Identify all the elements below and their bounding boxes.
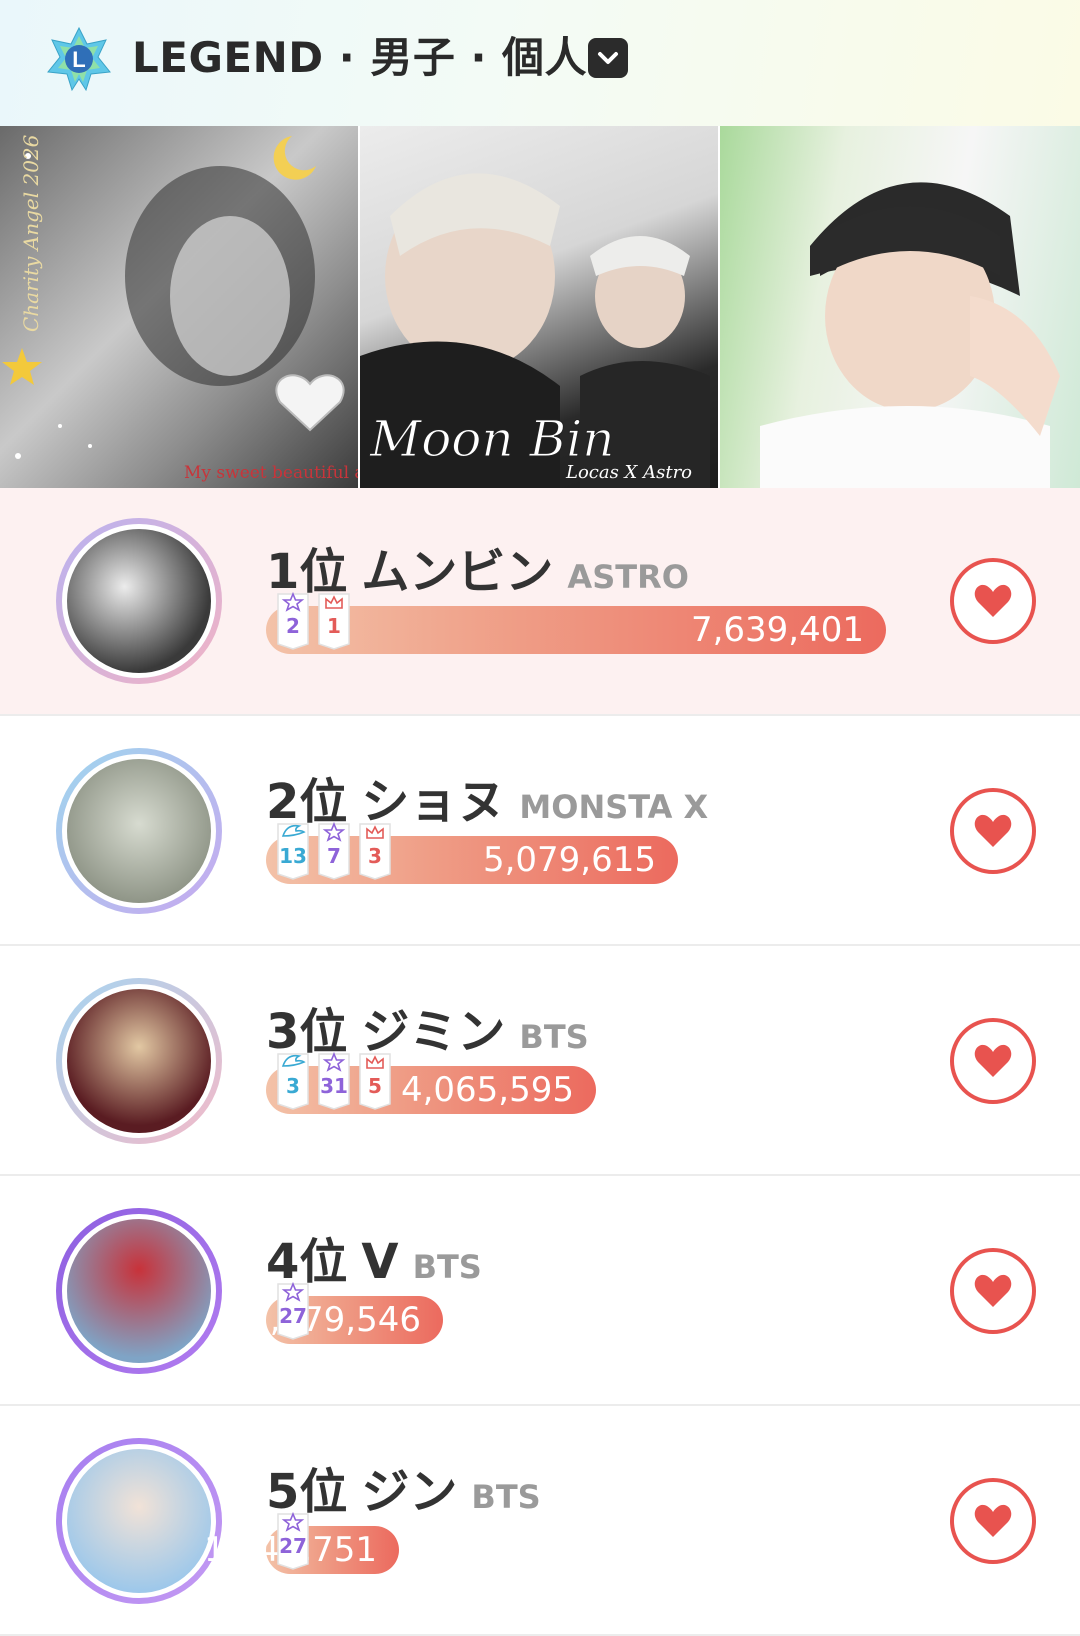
badge-count: 7	[327, 844, 341, 868]
banner-caption-4: Locas X Astro	[565, 462, 692, 483]
star-badge-icon: 27	[276, 1511, 310, 1570]
banner-image-2[interactable]: Moon Bin Locas X Astro	[360, 126, 718, 488]
badge-count: 31	[320, 1074, 348, 1098]
badge-count: 2	[286, 614, 300, 638]
artist-name[interactable]: ジン	[361, 1464, 457, 1520]
page-title: LEGEND · 男子 · 個人	[132, 33, 588, 82]
ranking-row[interactable]: 1位 ムンビン ASTRO 7,639,401 2 1	[0, 488, 1080, 716]
group-name: BTS	[519, 1018, 589, 1056]
vote-bar: 7,639,401	[266, 606, 886, 654]
vote-heart-button[interactable]	[950, 788, 1036, 874]
heart-icon	[974, 1504, 1012, 1537]
star-badge-icon: 27	[276, 1281, 310, 1340]
avatar[interactable]	[56, 1438, 222, 1604]
banner-caption-1: Charity Angel 2026	[19, 134, 43, 332]
badge-count: 27	[279, 1534, 307, 1558]
rank-line: 3位 ジミン BTS	[266, 1000, 589, 1064]
badge-count: 13	[279, 844, 307, 868]
badge-count: 3	[368, 844, 382, 868]
vote-heart-button[interactable]	[950, 1248, 1036, 1334]
vote-count: 4,065,595	[400, 1070, 574, 1110]
badge-count: 3	[286, 1074, 300, 1098]
heart-icon	[974, 1274, 1012, 1307]
crown-badge-icon: 1	[317, 592, 351, 650]
artist-name[interactable]: V	[361, 1234, 398, 1290]
vote-heart-button[interactable]	[950, 1478, 1036, 1564]
banner-art-3	[760, 182, 1060, 488]
banner-art-2: Moon Bin Locas X Astro	[360, 173, 710, 488]
banner-image-1[interactable]: Charity Angel 2026 My sweet beautiful an…	[0, 126, 358, 488]
ranking-row[interactable]: 2位 ショヌ MONSTA X 5,079,615 13 7 3	[0, 718, 1080, 946]
artist-name[interactable]: ムンビン	[361, 544, 553, 600]
ranking-row[interactable]: 4位 V BTS 2,179,546 27	[0, 1178, 1080, 1406]
avatar-image	[62, 524, 216, 678]
heart-icon	[974, 814, 1012, 847]
crown-badge-icon: 3	[358, 822, 392, 880]
heart-ornament-icon	[275, 374, 345, 432]
vote-count: 2,179,546	[247, 1300, 421, 1340]
moon-icon	[273, 136, 316, 180]
badge-count: 5	[368, 1074, 382, 1098]
top-banner: Charity Angel 2026 My sweet beautiful an…	[0, 126, 1080, 488]
vote-heart-button[interactable]	[950, 1018, 1036, 1104]
vote-bar: 4,065,595	[266, 1066, 596, 1114]
avatar-image	[62, 754, 216, 908]
group-name: MONSTA X	[519, 788, 709, 826]
badge-count: 1	[327, 614, 341, 638]
vote-count: 7,639,401	[690, 610, 864, 650]
ranking-row[interactable]: 3位 ジミン BTS 4,065,595 3 31 5	[0, 948, 1080, 1176]
category-dropdown-button[interactable]	[588, 38, 628, 78]
banner-art-1: Charity Angel 2026 My sweet beautiful an…	[2, 134, 358, 483]
legend-logo-icon: L	[47, 26, 111, 92]
header-bar: L LEGEND · 男子 · 個人	[0, 0, 1080, 126]
avatar[interactable]	[56, 518, 222, 684]
star-icon	[2, 348, 42, 385]
group-name: BTS	[471, 1478, 541, 1516]
chevron-down-icon	[598, 52, 618, 64]
star-badge-icon: 2	[276, 591, 310, 650]
group-name: BTS	[412, 1248, 482, 1286]
banner-caption-2: My sweet beautiful angel	[184, 463, 358, 483]
banner-caption-3: Moon Bin	[369, 410, 614, 468]
avatar[interactable]	[56, 1208, 222, 1374]
avatar[interactable]	[56, 978, 222, 1144]
heart-icon	[974, 1044, 1012, 1077]
banner-image-3[interactable]	[720, 126, 1080, 488]
avatar-image	[62, 984, 216, 1138]
avatar-image	[62, 1214, 216, 1368]
svg-text:L: L	[72, 47, 85, 72]
wing-badge-icon: 3	[276, 1052, 310, 1110]
star-badge-icon: 7	[317, 821, 351, 880]
vote-heart-button[interactable]	[950, 558, 1036, 644]
vote-count: 5,079,615	[482, 840, 656, 880]
avatar-image	[62, 1444, 216, 1598]
wing-badge-icon: 13	[276, 822, 310, 880]
star-badge-icon: 31	[317, 1051, 351, 1110]
crown-badge-icon: 5	[358, 1052, 392, 1110]
group-name: ASTRO	[567, 558, 689, 596]
badge-count: 27	[279, 1304, 307, 1328]
heart-icon	[974, 584, 1012, 617]
avatar[interactable]	[56, 748, 222, 914]
ranking-row[interactable]: 5位ジンBTS1,641,75127	[0, 1408, 1080, 1636]
